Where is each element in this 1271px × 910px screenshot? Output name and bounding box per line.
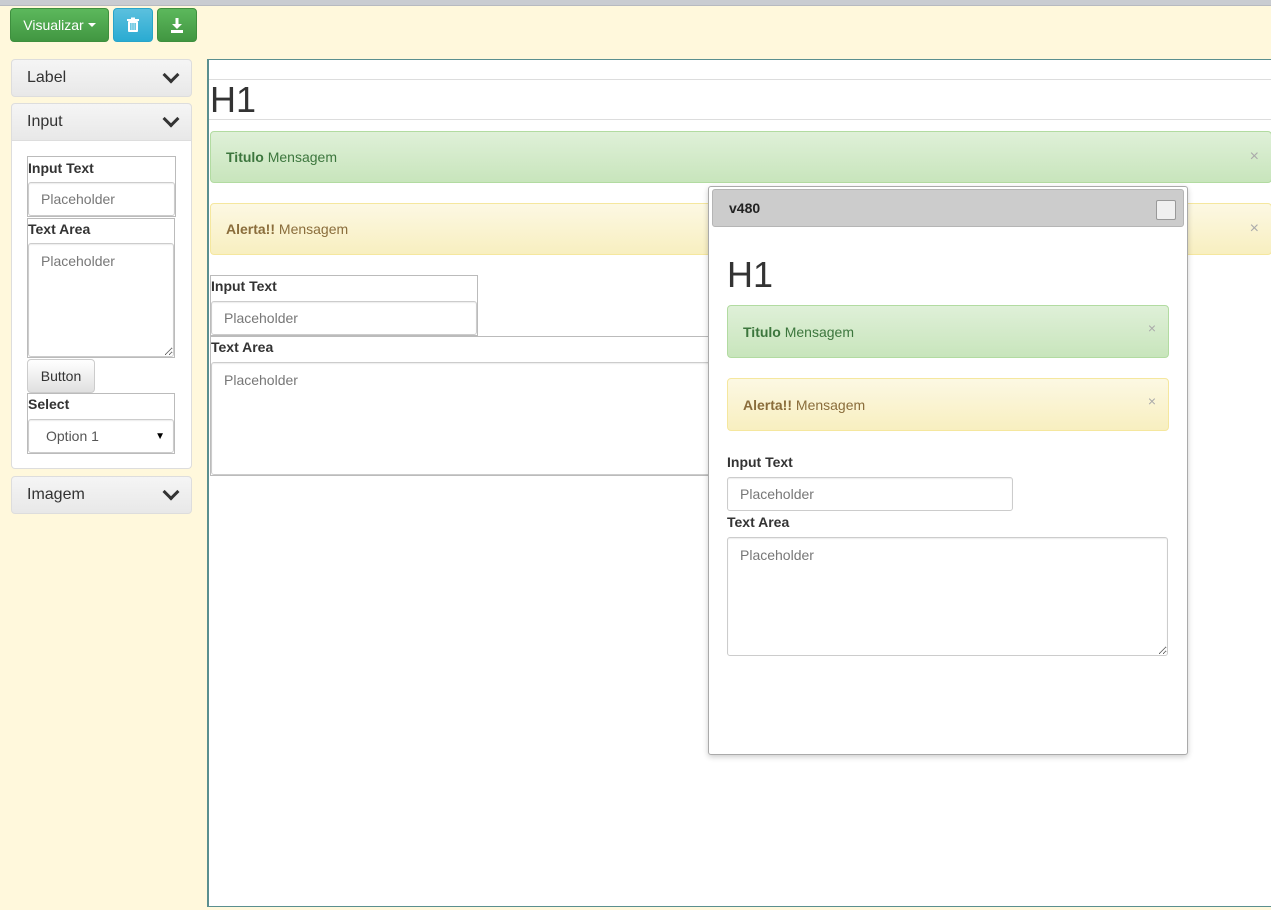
- canvas-input-text-field[interactable]: [211, 301, 477, 335]
- canvas-success-alert[interactable]: Titulo Mensagem ×: [210, 131, 1271, 183]
- alert-message: Mensagem: [795, 396, 866, 413]
- preview-warning-alert[interactable]: Alerta!! Mensagem ×: [727, 378, 1169, 431]
- preview-text-area-field[interactable]: [727, 537, 1168, 656]
- dropdown-arrow-icon: ▼: [155, 430, 165, 442]
- chevron-down-icon: [162, 483, 180, 501]
- input-text-label: Input Text: [28, 160, 94, 176]
- component-sidebar: Label Input Input Text Text Area Button …: [0, 52, 207, 910]
- delete-button[interactable]: [113, 8, 153, 42]
- download-button[interactable]: [157, 8, 197, 42]
- text-area-label: Text Area: [28, 221, 91, 237]
- alert-title: Alerta!!: [743, 396, 793, 413]
- download-icon: [171, 17, 183, 33]
- window-close-button[interactable]: [1156, 200, 1176, 220]
- toolbar: Visualizar: [0, 6, 1271, 52]
- alert-message: Mensagem: [784, 323, 854, 340]
- preview-success-alert[interactable]: Titulo Mensagem ×: [727, 305, 1169, 358]
- close-icon[interactable]: ×: [1148, 320, 1156, 336]
- sample-button[interactable]: Button: [27, 359, 95, 393]
- panel-input-body: Input Text Text Area Button Select Optio…: [11, 141, 192, 469]
- select-label: Select: [28, 396, 70, 412]
- heading-component[interactable]: [209, 79, 1271, 120]
- caret-down-icon: [87, 23, 96, 27]
- visualize-dropdown-button[interactable]: Visualizar: [10, 8, 109, 42]
- alert-title: Titulo: [743, 323, 781, 340]
- alert-message: Mensagem: [278, 221, 349, 237]
- panel-input-header[interactable]: Input: [11, 103, 192, 141]
- close-icon[interactable]: ×: [1250, 220, 1259, 238]
- panel-image-title: Imagem: [27, 486, 85, 503]
- visualize-label: Visualizar: [23, 17, 84, 33]
- trash-icon: [127, 17, 139, 32]
- alert-title: Alerta!!: [226, 221, 276, 237]
- close-icon[interactable]: ×: [1148, 393, 1156, 409]
- alert-message: Mensagem: [267, 149, 337, 165]
- panel-label-title: Label: [27, 69, 67, 86]
- canvas-text-area-label: Text Area: [211, 339, 274, 355]
- preview-window[interactable]: v480 H1 Titulo Mensagem × Alerta!! Mensa…: [708, 186, 1188, 755]
- text-area-field[interactable]: [28, 243, 174, 357]
- chevron-down-icon: [162, 110, 180, 128]
- preview-input-text-field[interactable]: [727, 477, 1013, 511]
- sample-button-label: Button: [40, 368, 82, 384]
- canvas-input-text-label: Input Text: [211, 278, 277, 294]
- preview-title: v480: [729, 200, 761, 216]
- alert-title: Titulo: [226, 149, 264, 165]
- panel-image-header[interactable]: Imagem: [11, 476, 192, 514]
- canvas-text-area-field[interactable]: [211, 362, 729, 475]
- preview-text-area-label: Text Area: [727, 514, 790, 530]
- preview-title-bar[interactable]: v480: [712, 189, 1184, 227]
- canvas-heading: H1: [210, 79, 257, 120]
- close-icon[interactable]: ×: [1250, 148, 1259, 166]
- preview-input-text-label: Input Text: [727, 454, 793, 470]
- select-field[interactable]: Option 1 ▼: [28, 419, 174, 453]
- preview-heading: H1: [727, 254, 774, 295]
- select-value: Option 1: [46, 428, 99, 444]
- panel-label-header[interactable]: Label: [11, 59, 192, 97]
- input-text-field[interactable]: [28, 182, 175, 216]
- panel-input-title: Input: [27, 113, 63, 130]
- chevron-down-icon: [162, 66, 180, 84]
